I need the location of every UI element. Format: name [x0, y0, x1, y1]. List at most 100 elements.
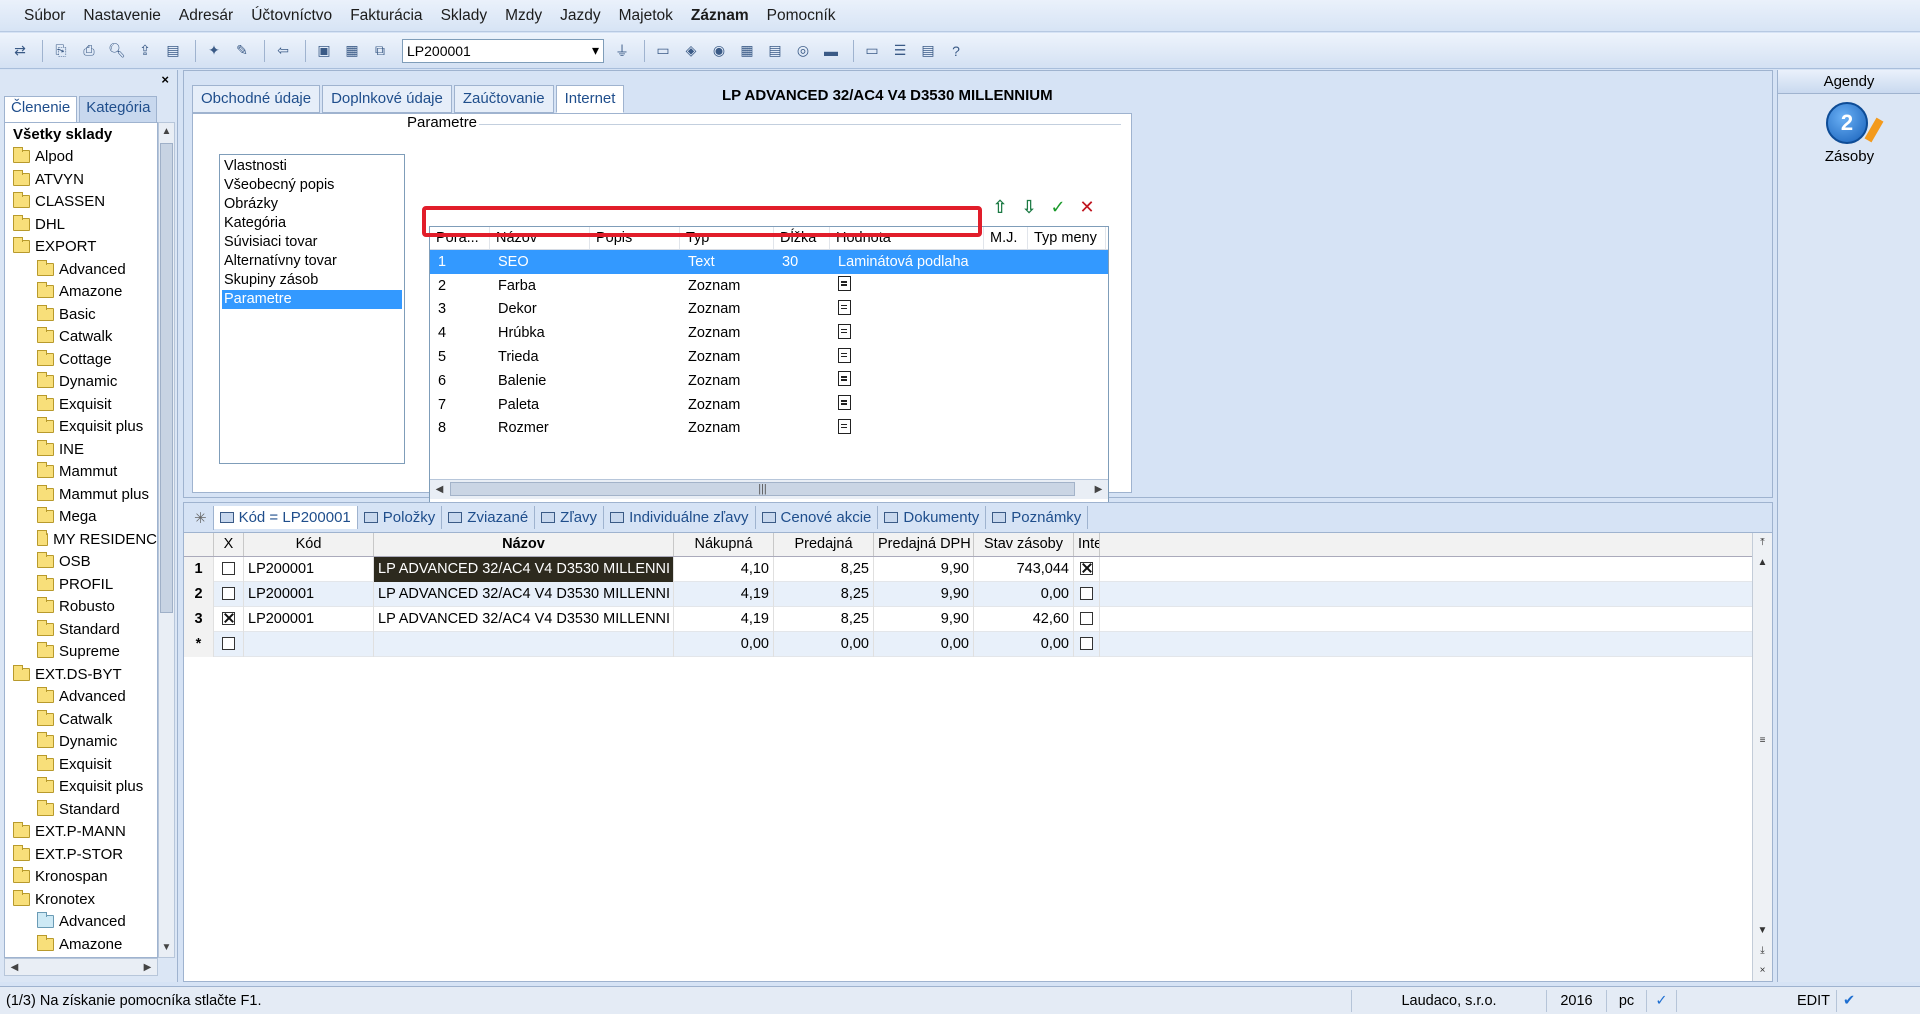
zasoby-label[interactable]: Zásoby	[1778, 148, 1920, 165]
scroll-right-icon[interactable]: ▶	[1091, 481, 1106, 499]
screen-icon[interactable]: ▭	[860, 39, 884, 63]
tab-cenove-akcie[interactable]: Cenové akcie	[756, 506, 879, 529]
folder-icon[interactable]: ▭	[651, 39, 675, 63]
grid-vertical-scrollbar[interactable]: ⤒ ▲ ≡ ▼ ⤓ ×	[1752, 533, 1772, 981]
tree-item[interactable]: Dynamic	[5, 731, 157, 754]
menu-zaznam[interactable]: Záznam	[691, 7, 749, 25]
scroll-left-icon[interactable]: ◀	[432, 481, 447, 499]
tree-vertical-scrollbar[interactable]: ▲ ▼	[158, 122, 175, 958]
record-combo[interactable]: LP200001 ▾	[402, 38, 604, 63]
menu-mzdy[interactable]: Mzdy	[505, 7, 542, 25]
tree-item[interactable]: EXT.P-MANN	[5, 821, 157, 844]
menu-jazdy[interactable]: Jazdy	[560, 7, 601, 25]
column-header-x[interactable]: X	[214, 533, 244, 556]
tab-obchodne-udaje[interactable]: Obchodné údaje	[192, 85, 321, 113]
tree-item[interactable]: MY RESIDENC	[5, 528, 157, 551]
tree-item[interactable]: Exquisit plus	[5, 776, 157, 799]
menu-sklady[interactable]: Sklady	[441, 7, 488, 25]
select-checkbox[interactable]	[214, 581, 244, 607]
list-icon[interactable]	[838, 323, 851, 339]
tree-item[interactable]: EXPORT	[5, 236, 157, 259]
tag-icon[interactable]: ◈	[679, 39, 703, 63]
confirm-icon[interactable]: ✓	[1047, 196, 1069, 218]
menu-adresar[interactable]: Adresár	[179, 7, 233, 25]
edit-record-icon[interactable]: ✎	[230, 39, 254, 63]
save-all-icon[interactable]: ▦	[340, 39, 364, 63]
select-checkbox[interactable]	[214, 631, 244, 657]
checkbox[interactable]	[1080, 637, 1093, 651]
column-header-nazov[interactable]: Názov	[374, 533, 674, 556]
tab-zlavy[interactable]: Zľavy	[535, 506, 605, 529]
scroll-thumb[interactable]: ≡	[1755, 733, 1770, 749]
tab-kategoria[interactable]: Kategória	[79, 96, 158, 122]
scroll-thumb[interactable]	[160, 143, 173, 613]
tree-item[interactable]: Catwalk	[5, 326, 157, 349]
scroll-right-icon[interactable]: ▶	[140, 959, 155, 977]
checkbox[interactable]	[1080, 612, 1093, 626]
column-header-inte[interactable]: Inte	[1074, 533, 1100, 556]
tree-item[interactable]: EXT.DS-BYT	[5, 663, 157, 686]
scroll-up-icon[interactable]: ▲	[1755, 555, 1770, 571]
globe-icon[interactable]: ◉	[707, 39, 731, 63]
parameter-row[interactable]: 8 Rozmer Zoznam	[430, 417, 1108, 441]
calculator-icon[interactable]: ▤	[763, 39, 787, 63]
tab-internet[interactable]: Internet	[555, 85, 625, 113]
parameter-row[interactable]: 3 Dekor Zoznam	[430, 298, 1108, 322]
list-icon[interactable]	[838, 299, 851, 315]
print-icon[interactable]: ⎙	[77, 39, 101, 63]
parameter-row[interactable]: 5 Trieda Zoznam	[430, 345, 1108, 369]
column-header-typ-meny[interactable]: Typ meny	[1028, 227, 1106, 249]
help-icon[interactable]: ?	[944, 39, 968, 63]
table-icon[interactable]: ▦	[735, 39, 759, 63]
back-icon[interactable]: ⇦	[271, 39, 295, 63]
tab-dokumenty[interactable]: Dokumenty	[878, 506, 987, 529]
menu-nastavenie[interactable]: Nastavenie	[83, 7, 161, 25]
category-item-vseobecny-popis[interactable]: Všeobecný popis	[222, 176, 402, 195]
print-setup-icon[interactable]: ▤	[161, 39, 185, 63]
parameter-row[interactable]: 4 Hrúbka Zoznam	[430, 321, 1108, 345]
column-header-m-j[interactable]: M.J.	[984, 227, 1028, 249]
zasoby-icon[interactable]: 2	[1826, 102, 1868, 144]
copy-icon[interactable]: ⎘	[49, 39, 73, 63]
menu-subor[interactable]: Súbor	[24, 7, 65, 25]
list-view-icon[interactable]: ☰	[888, 39, 912, 63]
menu-pomocnik[interactable]: Pomocník	[767, 7, 836, 25]
scroll-top-icon[interactable]: ⤒	[1755, 535, 1770, 551]
tree-item[interactable]: Mega	[5, 506, 157, 529]
form-view-icon[interactable]: ▤	[916, 39, 940, 63]
tree-item[interactable]: Exquisit plus	[5, 416, 157, 439]
scroll-down-icon[interactable]: ▼	[159, 939, 174, 957]
checkbox[interactable]	[222, 612, 235, 626]
parameter-row[interactable]: 2 Farba Zoznam	[430, 274, 1108, 298]
tree-item[interactable]: PROFIL	[5, 573, 157, 596]
tree-item[interactable]: Mammut plus	[5, 483, 157, 506]
tab-zviazane[interactable]: Zviazané	[442, 506, 536, 529]
parameter-row[interactable]: 7 Paleta Zoznam	[430, 393, 1108, 417]
tree-item[interactable]: DHL	[5, 213, 157, 236]
tree-item[interactable]: Basic	[5, 303, 157, 326]
tree-item[interactable]: Advanced	[5, 686, 157, 709]
close-icon[interactable]: ×	[161, 72, 169, 87]
column-header-predajna[interactable]: Predajná	[774, 533, 874, 556]
tree-item[interactable]: INE	[5, 438, 157, 461]
tab-doplnkove-udaje[interactable]: Doplnkové údaje	[322, 85, 452, 113]
category-item-parametre[interactable]: Parametre	[222, 290, 402, 309]
parameter-row[interactable]: 1 SEO Text 30 Laminátová podlaha	[430, 250, 1108, 274]
checkbox[interactable]	[222, 587, 235, 601]
iban-icon[interactable]: ▬	[819, 39, 843, 63]
tree-item[interactable]: Všetky sklady	[5, 123, 157, 146]
move-up-icon[interactable]: ⇧	[989, 196, 1011, 218]
checkbox[interactable]	[222, 637, 235, 651]
print-preview-icon[interactable]: 🔍︎	[105, 39, 129, 63]
scroll-thumb[interactable]: |||	[450, 482, 1075, 496]
tree-item[interactable]: Kronospan	[5, 866, 157, 889]
tree-item[interactable]: Catwalk	[5, 708, 157, 731]
tree-item[interactable]: Dynamic	[5, 371, 157, 394]
internet-checkbox[interactable]	[1074, 556, 1100, 582]
tree-item[interactable]: Cottage	[5, 348, 157, 371]
new-record-icon[interactable]: ✦	[202, 39, 226, 63]
parameters-horizontal-scrollbar[interactable]: ◀ ||| ▶	[430, 479, 1108, 499]
tree-item[interactable]: Supreme	[5, 641, 157, 664]
checkbox[interactable]	[1080, 587, 1093, 601]
coins-icon[interactable]: ◎	[791, 39, 815, 63]
